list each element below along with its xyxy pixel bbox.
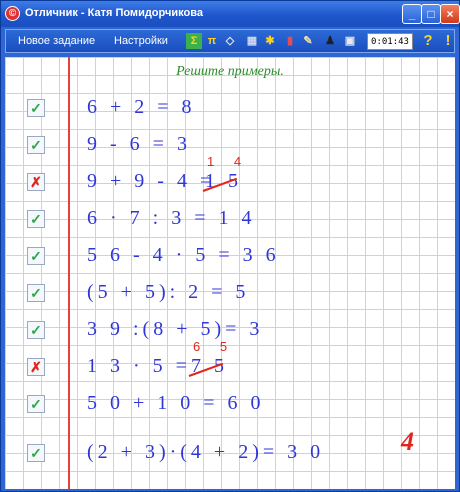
cross-icon: ✗ xyxy=(27,173,45,191)
grade-mark: 4 xyxy=(401,427,414,456)
new-task-menu[interactable]: Новое задание xyxy=(18,35,95,47)
eraser-icon[interactable]: ◇ xyxy=(222,33,238,49)
check-icon: ✓ xyxy=(27,247,45,265)
check-icon: ✓ xyxy=(27,284,45,302)
help-icon[interactable]: ? xyxy=(420,33,436,49)
exercise-expression: 1 3 · 5 = xyxy=(87,355,191,377)
check-icon: ✓ xyxy=(27,321,45,339)
minimize-button[interactable]: _ xyxy=(402,4,422,24)
alert-icon[interactable]: ! xyxy=(440,33,456,49)
exercise-expression: 9 + 9 - 4 = xyxy=(87,170,216,192)
people-icon[interactable]: ♟ xyxy=(322,33,338,49)
toolbar: Новое задание Настройки Σ π ◇ ▦ ✱ ▮ ✎ ♟ … xyxy=(5,29,455,53)
exercise-row: ✗ 1 3 · 5 = 7 5 6 5 xyxy=(5,339,455,383)
printer-icon[interactable]: ▣ xyxy=(342,33,358,49)
window-title: Отличник - Катя Помидорчикова xyxy=(25,7,203,19)
calendar-icon[interactable]: ▦ xyxy=(244,33,260,49)
corrected-answer: 6 5 xyxy=(193,339,236,354)
exercise-row: ✗ 9 + 9 - 4 = 1 5 1 4 xyxy=(5,154,455,198)
settings-menu[interactable]: Настройки xyxy=(114,35,168,47)
check-icon: ✓ xyxy=(27,444,45,462)
exercise-row: ✓ (5 + 5): 2 = 5 xyxy=(5,279,455,309)
check-icon: ✓ xyxy=(27,99,45,117)
cross-icon: ✗ xyxy=(27,358,45,376)
exercise-expression: 5 6 - 4 · 5 = 3 6 xyxy=(87,244,280,266)
title-bar[interactable]: © Отличник - Катя Помидорчикова _ □ × xyxy=(1,1,460,27)
exercise-expression: 6 · 7 : 3 = 1 4 xyxy=(87,207,256,229)
exercise-expression: 5 0 + 1 0 = 6 0 xyxy=(87,392,265,414)
bulb-icon[interactable]: ✱ xyxy=(262,33,278,49)
maximize-button[interactable]: □ xyxy=(421,4,441,24)
book-icon[interactable]: ▮ xyxy=(282,33,298,49)
check-icon: ✓ xyxy=(27,395,45,413)
check-icon: ✓ xyxy=(27,210,45,228)
exercise-row: ✓ 5 0 + 1 0 = 6 0 xyxy=(5,390,455,420)
close-button[interactable]: × xyxy=(440,4,460,24)
pencil-icon[interactable]: ✎ xyxy=(300,33,316,49)
exercise-row: ✓ 6 · 7 : 3 = 1 4 xyxy=(5,205,455,235)
exercise-expression: 3 9 :(8 + 5)= 3 xyxy=(87,318,264,340)
corrected-answer: 1 4 xyxy=(207,154,250,169)
exercise-row: ✓ (2 + 3)·(4 + 2)= 3 0 xyxy=(5,439,455,469)
sum-icon[interactable]: Σ xyxy=(186,33,202,49)
exercise-expression: 9 - 6 = 3 xyxy=(87,133,191,155)
exercise-row: ✓ 5 6 - 4 · 5 = 3 6 xyxy=(5,242,455,272)
exercise-sheet: Решите примеры. ✓ 6 + 2 = 8 ✓ 9 - 6 = 3 … xyxy=(5,57,455,489)
check-icon: ✓ xyxy=(27,136,45,154)
exercise-row: ✓ 6 + 2 = 8 xyxy=(5,94,455,124)
exercise-expression: 6 + 2 = 8 xyxy=(87,96,196,118)
exercise-expression: (2 + 3)·(4 + 2)= 3 0 xyxy=(87,441,325,463)
app-window: © Отличник - Катя Помидорчикова _ □ × Но… xyxy=(0,0,460,492)
app-icon[interactable]: © xyxy=(5,6,20,21)
timer-display: 0:01:43 xyxy=(367,33,413,50)
exercise-expression: (5 + 5): 2 = 5 xyxy=(87,281,250,303)
pi-icon[interactable]: π xyxy=(204,33,220,49)
task-heading: Решите примеры. xyxy=(176,64,284,79)
